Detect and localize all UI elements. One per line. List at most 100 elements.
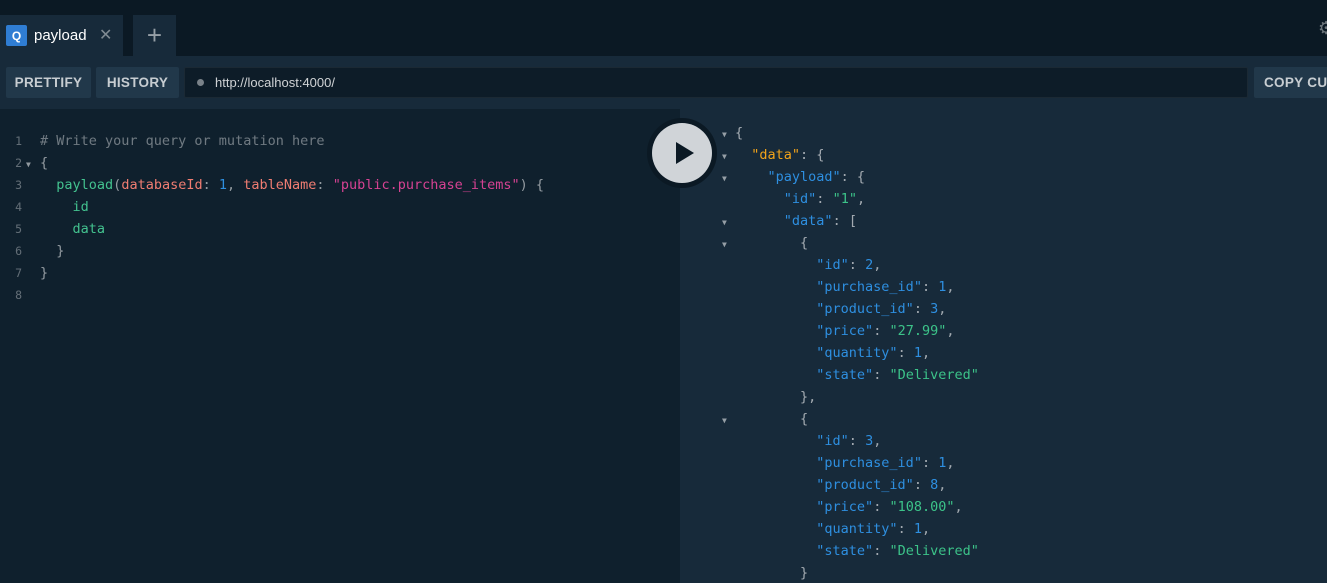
result-line: "purchase_id": 1,	[735, 279, 955, 295]
result-line: "data": [	[735, 213, 857, 229]
code-token: tableName	[243, 177, 317, 193]
query-badge-icon: Q	[6, 25, 27, 46]
line-number: 6	[15, 244, 22, 258]
run-button[interactable]	[647, 118, 717, 188]
json-token: :	[816, 191, 833, 207]
code-token: ,	[227, 177, 244, 193]
json-token: ,	[954, 499, 963, 515]
result-line: "state": "Delivered"	[735, 543, 979, 559]
result-line: },	[735, 389, 816, 405]
result-line: {	[735, 125, 743, 141]
json-token: "108.00"	[889, 499, 955, 515]
code-line: # Write your query or mutation here	[40, 133, 324, 149]
json-token: :	[921, 279, 939, 295]
endpoint-url-input[interactable]: http://localhost:4000/	[184, 67, 1248, 98]
json-token: "state"	[816, 543, 874, 559]
json-token: ,	[873, 433, 882, 449]
json-token: "id"	[816, 257, 849, 273]
json-token: :	[913, 477, 931, 493]
json-token: ,	[856, 191, 866, 207]
json-token: ,	[921, 345, 931, 361]
result-line: "payload": {	[735, 169, 866, 185]
play-icon	[675, 142, 694, 164]
json-token: "Delivered"	[889, 543, 979, 559]
copy-curl-button[interactable]: COPY CURL	[1254, 67, 1327, 98]
query-editor[interactable]: 1 2 3 4 5 6 7 8 ▼ # Write your query or mutation …	[0, 109, 680, 583]
result-line: "price": "108.00",	[735, 499, 963, 515]
run-button-circle[interactable]	[652, 123, 712, 183]
code-token: ) {	[519, 177, 545, 193]
gear-icon[interactable]: ⚙	[1318, 18, 1327, 39]
json-token: 1	[913, 521, 922, 537]
json-token: "data"	[783, 213, 833, 229]
result-viewer[interactable]: { "data": { "payload": { "id": "1", "dat…	[680, 109, 1327, 583]
code-line: data	[40, 221, 106, 237]
code-line: {	[40, 155, 48, 171]
history-button[interactable]: HISTORY	[96, 67, 179, 98]
json-token: ,	[946, 323, 955, 339]
json-token: : {	[800, 147, 825, 163]
json-token: :	[848, 433, 866, 449]
result-line: "state": "Delivered"	[735, 367, 979, 383]
line-number: 5	[15, 222, 22, 236]
result-line: "quantity": 1,	[735, 345, 930, 361]
json-token: "state"	[816, 367, 874, 383]
line-number: 8	[15, 288, 22, 302]
json-token: :	[873, 499, 890, 515]
json-token: ,	[938, 301, 947, 317]
result-line: "purchase_id": 1,	[735, 455, 955, 471]
json-token: ,	[946, 455, 955, 471]
json-token: ,	[946, 279, 955, 295]
code-line: }	[40, 265, 48, 281]
json-token: {	[735, 411, 809, 427]
json-token: 2	[865, 257, 874, 273]
toolbar: PRETTIFY HISTORY http://localhost:4000/ …	[0, 56, 1327, 109]
line-number: 2	[15, 156, 22, 170]
result-line: "product_id": 8,	[735, 477, 946, 493]
tab-payload[interactable]: Q payload ✕	[0, 15, 123, 56]
json-token: :	[848, 257, 866, 273]
line-number: 3	[15, 178, 22, 192]
code-token: # Write your query or mutation here	[40, 133, 325, 149]
add-tab-button[interactable]: +	[133, 15, 176, 56]
json-token: "product_id"	[816, 301, 914, 317]
triangle-down-icon[interactable]: ▼	[722, 240, 727, 249]
code-token: }	[40, 265, 49, 281]
json-token: ,	[938, 477, 947, 493]
line-number: 4	[15, 200, 22, 214]
triangle-down-icon[interactable]: ▼	[722, 130, 727, 139]
triangle-down-icon[interactable]: ▼	[26, 160, 31, 169]
triangle-down-icon[interactable]: ▼	[722, 152, 727, 161]
json-token: :	[897, 521, 914, 537]
result-line: }	[735, 565, 808, 581]
json-token: "id"	[816, 433, 849, 449]
prettify-button[interactable]: PRETTIFY	[6, 67, 91, 98]
json-token: :	[873, 323, 890, 339]
endpoint-url-text: http://localhost:4000/	[215, 75, 335, 90]
triangle-down-icon[interactable]: ▼	[722, 174, 727, 183]
code-line: payload(databaseId: 1, tableName: "publi…	[40, 177, 544, 193]
code-token: }	[40, 243, 65, 259]
json-token: :	[913, 301, 931, 317]
triangle-down-icon[interactable]: ▼	[722, 218, 727, 227]
json-token: 1	[913, 345, 922, 361]
triangle-down-icon[interactable]: ▼	[722, 416, 727, 425]
result-line: "data": {	[735, 147, 824, 163]
code-token: "public.purchase_items"	[332, 177, 520, 193]
result-line: "id": "1",	[735, 191, 865, 207]
json-token: :	[921, 455, 939, 471]
json-token: ,	[873, 257, 882, 273]
close-icon[interactable]: ✕	[99, 25, 112, 45]
code-token: :	[202, 177, 219, 193]
